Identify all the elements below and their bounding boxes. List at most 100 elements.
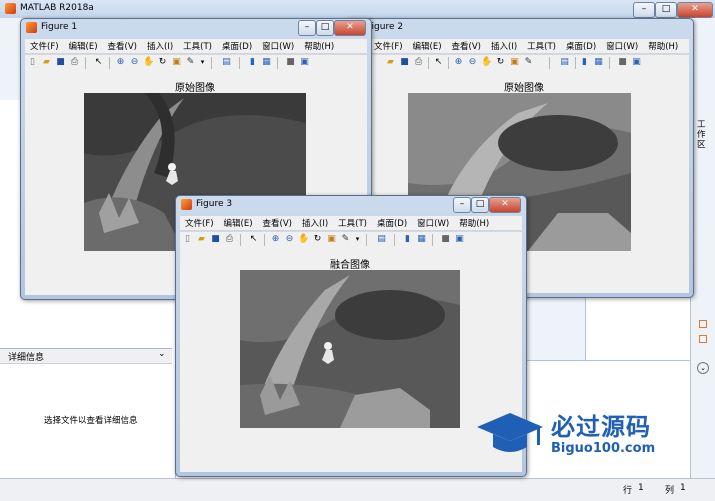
- status-bar: 行 1 列 1: [0, 478, 715, 501]
- watermark-url: Biguo100.com: [551, 441, 656, 456]
- menu-desktop[interactable]: 桌面(D): [561, 40, 601, 52]
- menu-tools[interactable]: 工具(T): [522, 40, 561, 52]
- pan-icon[interactable]: ✋: [481, 57, 492, 68]
- data-cursor-icon[interactable]: ▣: [171, 57, 182, 68]
- minimize-button[interactable]: –: [633, 2, 655, 18]
- hide-tools-icon[interactable]: ■: [617, 57, 628, 68]
- pan-icon[interactable]: ✋: [143, 57, 154, 68]
- data-cursor-icon[interactable]: ▣: [509, 57, 520, 68]
- zoom-out-icon[interactable]: ⊖: [284, 234, 295, 245]
- open-file-icon[interactable]: ▰: [41, 57, 52, 68]
- link-plot-icon[interactable]: ▤: [559, 57, 570, 68]
- data-cursor-icon[interactable]: ▣: [326, 234, 337, 245]
- graduation-cap-logo-icon: [477, 413, 543, 452]
- chevron-down-icon[interactable]: ▾: [352, 234, 363, 245]
- menu-file[interactable]: 文件(F): [180, 217, 219, 229]
- zoom-in-icon[interactable]: ⊕: [270, 234, 281, 245]
- pointer-icon[interactable]: ↖: [433, 57, 444, 68]
- legend-icon[interactable]: ▦: [416, 234, 427, 245]
- brush-icon[interactable]: ✎: [185, 57, 196, 68]
- menu-help[interactable]: 帮助(H): [643, 40, 683, 52]
- chevron-down-icon[interactable]: ⌄: [158, 349, 166, 359]
- open-file-icon[interactable]: ▰: [196, 234, 207, 245]
- link-plot-icon[interactable]: ▤: [376, 234, 387, 245]
- figure-icon: [181, 199, 192, 210]
- hide-tools-icon[interactable]: ■: [285, 57, 296, 68]
- figure-3-title: Figure 3: [196, 199, 233, 209]
- menu-help[interactable]: 帮助(H): [299, 40, 339, 52]
- watermark: 必过源码 Biguo100.com: [475, 405, 715, 465]
- menu-edit[interactable]: 编辑(E): [64, 40, 103, 52]
- maximize-button[interactable]: □: [316, 20, 334, 36]
- menu-window[interactable]: 窗口(W): [601, 40, 643, 52]
- menu-insert[interactable]: 插入(I): [486, 40, 522, 52]
- menu-tools[interactable]: 工具(T): [333, 217, 372, 229]
- menu-window[interactable]: 窗口(W): [412, 217, 454, 229]
- brush-icon[interactable]: ✎: [340, 234, 351, 245]
- open-file-icon[interactable]: ▰: [385, 57, 396, 68]
- pointer-icon[interactable]: ↖: [93, 57, 104, 68]
- menu-view[interactable]: 查看(V): [447, 40, 486, 52]
- menu-window[interactable]: 窗口(W): [257, 40, 299, 52]
- close-button[interactable]: ✕: [334, 20, 366, 36]
- show-tools-icon[interactable]: ▣: [631, 57, 642, 68]
- menu-desktop[interactable]: 桌面(D): [372, 217, 412, 229]
- menu-view[interactable]: 查看(V): [258, 217, 297, 229]
- zoom-in-icon[interactable]: ⊕: [115, 57, 126, 68]
- zoom-in-icon[interactable]: ⊕: [453, 57, 464, 68]
- save-icon[interactable]: ■: [399, 57, 410, 68]
- close-button[interactable]: ✕: [489, 197, 521, 213]
- matlab-title: MATLAB R2018a: [20, 3, 94, 13]
- print-icon[interactable]: ⎙: [413, 57, 424, 68]
- menu-file[interactable]: 文件(F): [25, 40, 64, 52]
- menu-edit[interactable]: 编辑(E): [219, 217, 258, 229]
- pan-icon[interactable]: ✋: [298, 234, 309, 245]
- colorbar-icon[interactable]: ▮: [402, 234, 413, 245]
- save-icon[interactable]: ■: [210, 234, 221, 245]
- menu-tools[interactable]: 工具(T): [178, 40, 217, 52]
- print-icon[interactable]: ⎙: [224, 234, 235, 245]
- row-value: 1: [638, 483, 644, 493]
- close-button[interactable]: ✕: [677, 2, 713, 18]
- figure-2-title: Figure 2: [367, 22, 404, 32]
- menu-insert[interactable]: 插入(I): [297, 217, 333, 229]
- new-figure-icon[interactable]: ▯: [27, 57, 38, 68]
- maximize-button[interactable]: □: [471, 197, 489, 213]
- link-plot-icon[interactable]: ▤: [221, 57, 232, 68]
- pointer-icon[interactable]: ↖: [248, 234, 259, 245]
- show-tools-icon[interactable]: ▣: [299, 57, 310, 68]
- save-icon[interactable]: ■: [55, 57, 66, 68]
- chevron-down-icon[interactable]: ▾: [197, 57, 208, 68]
- matlab-title-bar: MATLAB R2018a – □ ✕: [0, 0, 715, 18]
- figure-3-client: 融合图像: [180, 248, 522, 472]
- legend-icon[interactable]: ▦: [593, 57, 604, 68]
- new-figure-icon[interactable]: ▯: [182, 234, 193, 245]
- menu-file[interactable]: 文件(F): [369, 40, 408, 52]
- rotate-icon[interactable]: ↻: [495, 57, 506, 68]
- details-header[interactable]: 详细信息 ⌄: [0, 348, 172, 364]
- zoom-out-icon[interactable]: ⊖: [467, 57, 478, 68]
- zoom-out-icon[interactable]: ⊖: [129, 57, 140, 68]
- menu-help[interactable]: 帮助(H): [454, 217, 494, 229]
- menu-insert[interactable]: 插入(I): [142, 40, 178, 52]
- workspace-tab[interactable]: 工作区: [697, 120, 709, 150]
- hide-tools-icon[interactable]: ■: [440, 234, 451, 245]
- brush-icon[interactable]: ✎: [523, 57, 534, 68]
- legend-icon[interactable]: ▦: [261, 57, 272, 68]
- rotate-icon[interactable]: ↻: [312, 234, 323, 245]
- show-tools-icon[interactable]: ▣: [454, 234, 465, 245]
- maximize-button[interactable]: □: [655, 2, 677, 18]
- menu-desktop[interactable]: 桌面(D): [217, 40, 257, 52]
- menu-view[interactable]: 查看(V): [103, 40, 142, 52]
- figure-2-axes-title: 原始图像: [504, 83, 544, 94]
- chevron-down-icon[interactable]: ⌄: [697, 362, 709, 374]
- panel-marker-icon: [699, 320, 707, 328]
- figure-1-toolbar: ▯ ▰ ■ ⎙ ↖ ⊕ ⊖ ✋ ↻ ▣ ✎ ▾ ▤ ▮ ▦ ■ ▣: [25, 54, 367, 72]
- minimize-button[interactable]: –: [298, 20, 316, 36]
- rotate-icon[interactable]: ↻: [157, 57, 168, 68]
- minimize-button[interactable]: –: [453, 197, 471, 213]
- colorbar-icon[interactable]: ▮: [247, 57, 258, 68]
- colorbar-icon[interactable]: ▮: [579, 57, 590, 68]
- menu-edit[interactable]: 编辑(E): [408, 40, 447, 52]
- print-icon[interactable]: ⎙: [69, 57, 80, 68]
